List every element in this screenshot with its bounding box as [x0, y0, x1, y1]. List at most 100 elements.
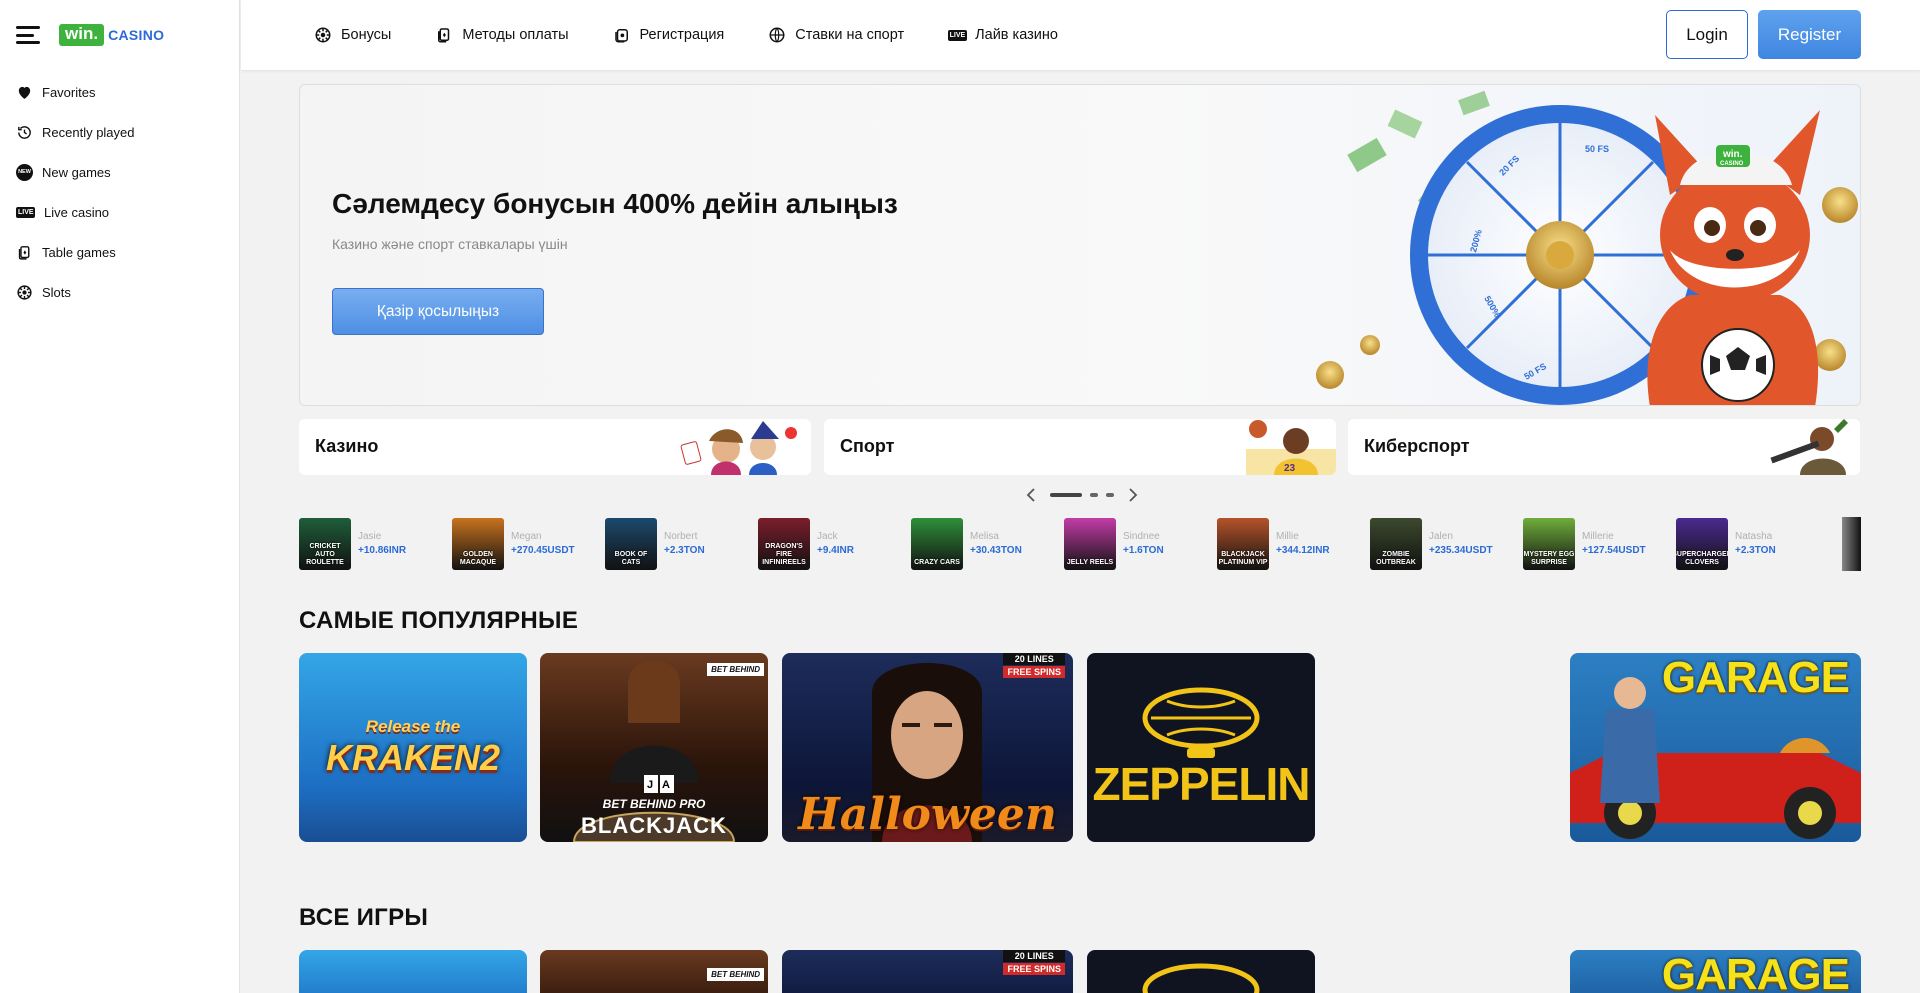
chevron-right-icon[interactable] — [1126, 486, 1140, 504]
menu-icon[interactable] — [16, 26, 40, 44]
nav-label: Бонусы — [341, 27, 392, 43]
winner-item[interactable]: GOLDEN MACAQUE Megan +270.45USDT — [452, 517, 597, 571]
nav-registration[interactable]: Регистрация — [613, 26, 724, 44]
winner-amount: +2.3TON — [664, 545, 705, 556]
winner-name: Megan — [511, 531, 542, 542]
winner-amount: +1.6TON — [1123, 545, 1164, 556]
login-button[interactable]: Login — [1666, 10, 1748, 59]
carousel-dot[interactable] — [1050, 493, 1082, 497]
sidebar-header: win. CASINO — [0, 0, 239, 70]
winner-game-title: DRAGON'S FIRE INFINIREELS — [762, 543, 806, 566]
game-tile-halloween[interactable]: 20 LINES FREE SPINS Halloween — [782, 653, 1073, 842]
carousel-controls — [1024, 486, 1140, 504]
game-tile-garage[interactable]: GARAGE — [1570, 950, 1861, 993]
nav-live-casino[interactable]: LIVE Лайв казино — [947, 26, 1058, 44]
category-casino[interactable]: Казино — [299, 419, 811, 475]
winner-info: Melisa +30.43TON — [970, 530, 1022, 558]
carousel-dot[interactable] — [1106, 493, 1114, 497]
sidebar-item-new-games[interactable]: NEW New games — [0, 152, 239, 192]
winner-item[interactable]: ZOMBIE OUTBREAK Jalen +235.34USDT — [1370, 517, 1515, 571]
winner-item[interactable]: JELLY REELS Sindnee +1.6TON — [1064, 517, 1209, 571]
site-logo[interactable]: win. CASINO — [59, 24, 164, 46]
winner-game-thumbnail[interactable]: MYSTERY EGG SURPRISE — [1523, 518, 1575, 570]
free-spins-badge: FREE SPINS — [1003, 666, 1065, 678]
join-now-button[interactable]: Қазір қосылыңыз — [332, 288, 544, 335]
game-art-title: ZEPPELIN — [1092, 758, 1311, 810]
cap-logo: win. — [1722, 149, 1743, 160]
hero-banner[interactable]: Сәлемдесу бонусын 400% дейін алыңыз Кази… — [299, 84, 1861, 406]
category-sport[interactable]: Спорт 23 — [824, 419, 1336, 475]
winner-amount: +10.86INR — [358, 545, 407, 556]
game-tile-bet-behind-blackjack[interactable]: J A BET BEHIND BET BEHIND PRO BLACKJACK — [540, 653, 768, 842]
game-tile-kraken[interactable]: Release the KRAKEN2 — [299, 653, 527, 842]
game-art-title: Halloween — [798, 789, 1057, 840]
category-esports[interactable]: Киберспорт — [1348, 419, 1860, 475]
winner-game-thumbnail[interactable]: BLACKJACK PLATINUM VIP — [1217, 518, 1269, 570]
game-tile-zeppelin[interactable] — [1087, 950, 1315, 993]
svg-text:A: A — [662, 779, 670, 791]
sidebar-item-label: Table games — [42, 244, 116, 260]
winner-game-thumbnail[interactable]: GOLDEN MACAQUE — [452, 518, 504, 570]
esports-category-illustration — [1770, 419, 1848, 475]
winner-game-title: JELLY REELS — [1066, 559, 1114, 566]
heart-icon — [18, 86, 31, 99]
zeppelin-airship-icon — [1142, 963, 1260, 993]
nav-bonuses[interactable]: Бонусы — [314, 26, 391, 44]
sidebar-item-label: Recently played — [42, 124, 135, 140]
nav-payment-methods[interactable]: Методы оплаты — [435, 26, 569, 44]
game-tile-halloween[interactable]: 20 LINES FREE SPINS — [782, 950, 1073, 993]
winner-game-thumbnail[interactable]: ZOMBIE OUTBREAK — [1370, 518, 1422, 570]
winner-name: Millie — [1276, 531, 1299, 542]
sidebar-item-recently-played[interactable]: Recently played — [0, 112, 239, 152]
game-tile-bet-behind-blackjack[interactable]: BET BEHIND — [540, 950, 768, 993]
winner-item[interactable]: SUPERCHARGED CLOVERS Natasha +2.3TON — [1676, 517, 1821, 571]
game-corner-badge: BET BEHIND — [707, 968, 764, 981]
sidebar-item-table-games[interactable]: Table games — [0, 232, 239, 272]
section-title-popular: САМЫЕ ПОПУЛЯРНЫЕ — [299, 607, 579, 634]
winner-name: Melisa — [970, 531, 999, 542]
sidebar-item-slots[interactable]: Slots — [0, 272, 239, 312]
winner-game-thumbnail[interactable]: SUPERCHARGED CLOVERS — [1676, 518, 1728, 570]
carousel-dots — [1046, 493, 1118, 497]
logo-text: CASINO — [108, 27, 165, 43]
history-icon — [18, 125, 31, 139]
game-badge: 20 LINES FREE SPINS — [1003, 653, 1065, 678]
winner-item[interactable]: CRAZY CARS Melisa +30.43TON — [911, 517, 1056, 571]
sidebar-item-label: Live casino — [44, 204, 110, 220]
winner-amount: +344.12INR — [1276, 545, 1330, 556]
svg-text:23: 23 — [1284, 463, 1296, 474]
game-tile-garage[interactable]: GARAGE — [1570, 653, 1861, 842]
winner-item[interactable]: BOOK OF CATS Norbert +2.3TON — [605, 517, 750, 571]
sidebar-item-live-casino[interactable]: LIVE Live casino — [0, 192, 239, 232]
winner-game-thumbnail[interactable]: DRAGON'S FIRE INFINIREELS — [758, 518, 810, 570]
live-badge-icon: LIVE — [16, 206, 35, 218]
game-tile-zeppelin[interactable]: ZEPPELIN — [1087, 653, 1315, 842]
winner-game-thumbnail[interactable]: BOOK OF CATS — [605, 518, 657, 570]
lines-badge: 20 LINES — [1003, 950, 1065, 962]
live-icon: LIVE — [947, 26, 967, 44]
casino-category-illustration — [680, 421, 797, 475]
sidebar-item-favorites[interactable]: Favorites — [0, 72, 239, 112]
wheel-label: 50 FS — [1585, 144, 1609, 154]
game-art-title: GARAGE — [1661, 653, 1850, 702]
register-button[interactable]: Register — [1758, 10, 1861, 59]
ticker-next-thumb — [1842, 517, 1861, 571]
winner-game-thumbnail[interactable]: JELLY REELS — [1064, 518, 1116, 570]
winner-item[interactable]: DRAGON'S FIRE INFINIREELS Jack +9.4INR — [758, 517, 903, 571]
top-nav: Бонусы Методы оплаты Регистрация Ставки … — [314, 0, 1102, 70]
winner-game-title: GOLDEN MACAQUE — [459, 551, 497, 566]
hero-fox-wheel-illustration: 50 FS 20 FS 200% 500% 50 FS win. CASINO — [1316, 90, 1858, 405]
winner-name: Natasha — [1735, 531, 1773, 542]
winner-item[interactable]: BLACKJACK PLATINUM VIP Millie +344.12INR — [1217, 517, 1362, 571]
carousel-dot[interactable] — [1090, 493, 1098, 497]
chevron-left-icon[interactable] — [1024, 486, 1038, 504]
winner-game-title: CRICKET AUTO ROULETTE — [306, 543, 344, 566]
winner-info: Jack +9.4INR — [817, 530, 854, 558]
winner-game-thumbnail[interactable]: CRAZY CARS — [911, 518, 963, 570]
winner-item[interactable]: CRICKET AUTO ROULETTE Jasie +10.86INR — [299, 517, 444, 571]
nav-sports-betting[interactable]: Ставки на спорт — [768, 26, 904, 44]
winner-game-thumbnail[interactable]: CRICKET AUTO ROULETTE — [299, 518, 351, 570]
game-tile-kraken[interactable] — [299, 950, 527, 993]
sidebar-item-label: Favorites — [42, 84, 96, 100]
winner-item[interactable]: MYSTERY EGG SURPRISE Millerie +127.54USDT — [1523, 517, 1668, 571]
